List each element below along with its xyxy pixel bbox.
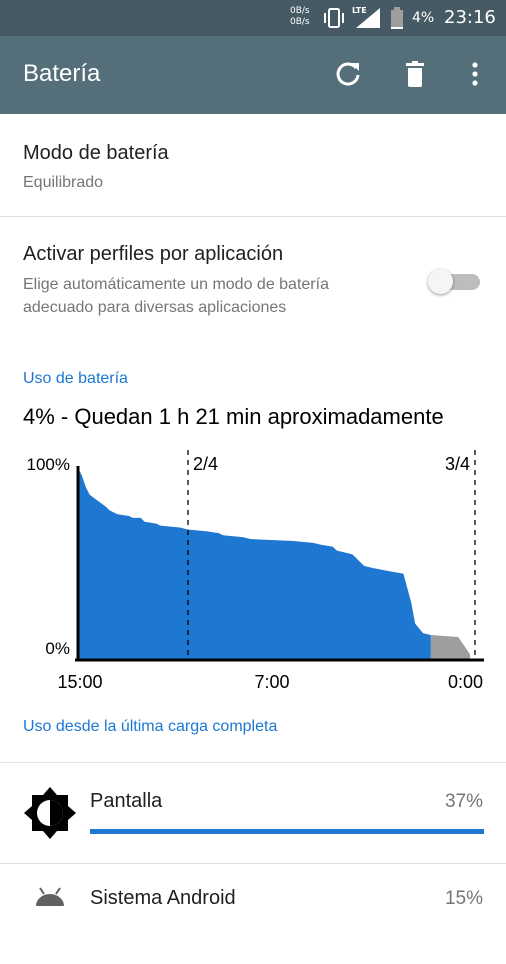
- status-bar: 0B/s 0B/s LTE 4% 23:16: [0, 0, 506, 36]
- y-label-max: 100%: [27, 455, 70, 474]
- upload-speed: 0B/s: [290, 6, 310, 16]
- per-app-profiles-title: Activar perfiles por aplicación: [23, 243, 284, 265]
- marker-label-3-4: 3/4: [445, 454, 470, 474]
- per-app-profiles-toggle[interactable]: [428, 266, 484, 296]
- android-icon: [36, 887, 64, 906]
- per-app-profiles-summary-line1: Elige automáticamente un modo de batería: [23, 276, 329, 293]
- x-label-mid: 7:00: [254, 672, 289, 692]
- usage-row-percent: 15%: [444, 888, 483, 909]
- battery-mode-value: Equilibrado: [23, 174, 104, 191]
- brightness-icon: [24, 787, 76, 839]
- battery-mode-setting[interactable]: Modo de batería Equilibrado: [0, 114, 506, 216]
- app-bar: Batería: [0, 36, 506, 114]
- more-options-icon[interactable]: [459, 58, 491, 90]
- usage-row-android-system[interactable]: Sistema Android 15%: [0, 864, 506, 964]
- signal-icon: [356, 8, 380, 28]
- per-app-profiles-summary-line2: adecuado para diversas aplicaciones: [23, 299, 287, 316]
- usage-row-label: Pantalla: [90, 790, 163, 812]
- marker-label-2-4: 2/4: [193, 454, 218, 474]
- x-label-end: 0:00: [448, 672, 483, 692]
- battery-usage-header: Uso de batería: [23, 370, 128, 387]
- per-app-profiles-summary: Elige automáticamente un modo de batería…: [23, 273, 329, 319]
- usage-progress-track: [90, 829, 484, 834]
- network-speed: 0B/s 0B/s: [290, 6, 310, 28]
- battery-usage-chart[interactable]: 2/4 3/4 100% 0% 15:00 7:00 0:00: [0, 448, 506, 698]
- download-speed: 0B/s: [290, 17, 310, 27]
- toggle-thumb: [428, 269, 453, 294]
- vibrate-icon: [324, 8, 344, 28]
- battery-mode-title: Modo de batería: [23, 142, 169, 164]
- usage-progress-fill: [90, 829, 484, 834]
- page-title: Batería: [23, 60, 101, 87]
- battery-percent: 4%: [412, 10, 435, 26]
- x-label-start: 15:00: [57, 672, 102, 692]
- usage-row-screen[interactable]: Pantalla 37%: [0, 763, 506, 863]
- battery-level-area: [78, 468, 431, 660]
- delete-icon[interactable]: [399, 58, 431, 90]
- clock: 23:16: [444, 7, 496, 28]
- usage-row-percent: 37%: [444, 791, 483, 812]
- y-label-min: 0%: [45, 639, 70, 658]
- battery-remaining-text: 4% - Quedan 1 h 21 min aproximadamente: [23, 404, 444, 429]
- usage-since-charge-header: Uso desde la última carga completa: [23, 718, 278, 735]
- battery-icon: [391, 7, 403, 29]
- refresh-icon[interactable]: [332, 58, 364, 90]
- battery-projection-area: [430, 635, 470, 660]
